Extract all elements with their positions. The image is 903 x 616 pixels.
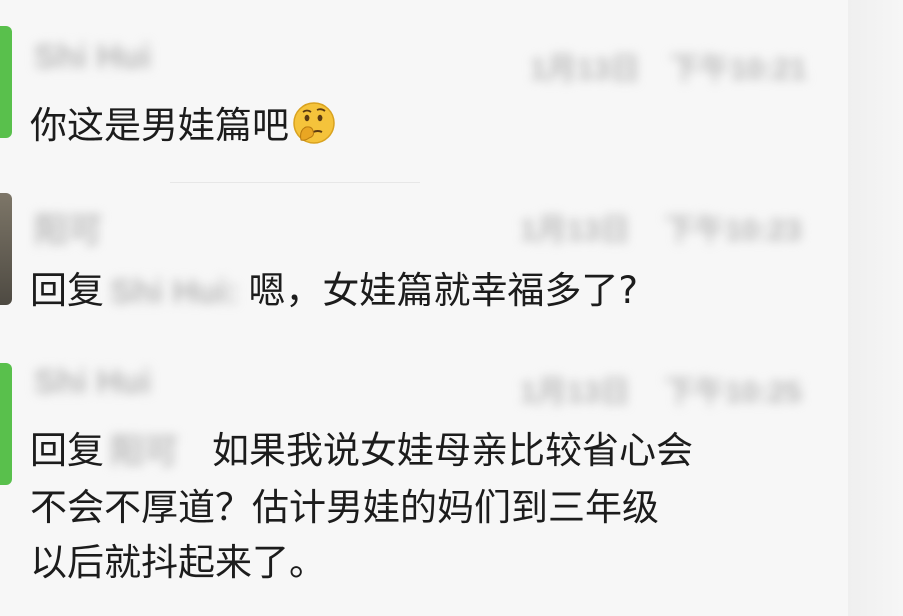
message-text: 回复 阳可 如果我说女娃母亲比较省心会 不会不厚道？估计男娃的妈们到三年级 以后就抖… [30, 423, 693, 590]
sender-name[interactable]: Shi Hui [34, 363, 151, 402]
sender-name[interactable]: 阳可 [34, 203, 102, 252]
message-body: 你这是男娃篇吧 [30, 104, 289, 147]
message-body: 嗯，女娃篇就幸福多了? [248, 269, 639, 312]
message-3: Shi Hui 1月13日 下午10:25 回复 阳可 如果我说女娃母亲比较省心会 … [0, 343, 848, 616]
message-text: 你这是男娃篇吧 [30, 98, 337, 153]
timestamp-time: 下午10:23 [665, 214, 802, 247]
message-text: 回复 Shi Hui: 嗯，女娃篇就幸福多了? [30, 263, 638, 320]
timestamp-time: 下午10:25 [665, 376, 802, 409]
avatar[interactable] [0, 193, 12, 305]
reply-prefix: 回复 [30, 429, 104, 472]
timestamp-date: 1月13日 [530, 53, 641, 86]
avatar[interactable] [0, 363, 12, 485]
message-2: 阳可 1月13日 下午10:23 回复 Shi Hui: 嗯，女娃篇就幸福多了? [0, 183, 848, 343]
thinking-face-emoji [291, 100, 337, 146]
reply-mention[interactable]: 阳可 [110, 425, 178, 480]
message-line: 不会不厚道？估计男娃的妈们到三年级 [30, 486, 659, 529]
message-line: 回复 阳可 如果我说女娃母亲比较省心会 [30, 423, 693, 480]
reply-mention[interactable]: Shi Hui: [110, 265, 238, 320]
reply-prefix: 回复 [30, 269, 104, 312]
sender-name[interactable]: Shi Hui [34, 38, 151, 77]
window-edge [848, 0, 903, 616]
avatar[interactable] [0, 26, 12, 138]
message-1: Shi Hui 1月13日 下午10:21 你这是男娃篇吧 [0, 0, 848, 182]
timestamp-time: 下午10:21 [670, 53, 807, 86]
timestamp-date: 1月13日 [520, 376, 631, 409]
message-body-line: 如果我说女娃母亲比较省心会 [212, 429, 693, 472]
message-line: 以后就抖起来了。 [30, 541, 326, 584]
chat-panel: Shi Hui 1月13日 下午10:21 你这是男娃篇吧 阳可 1月13日 下… [0, 0, 848, 616]
timestamp-date: 1月13日 [520, 214, 631, 247]
